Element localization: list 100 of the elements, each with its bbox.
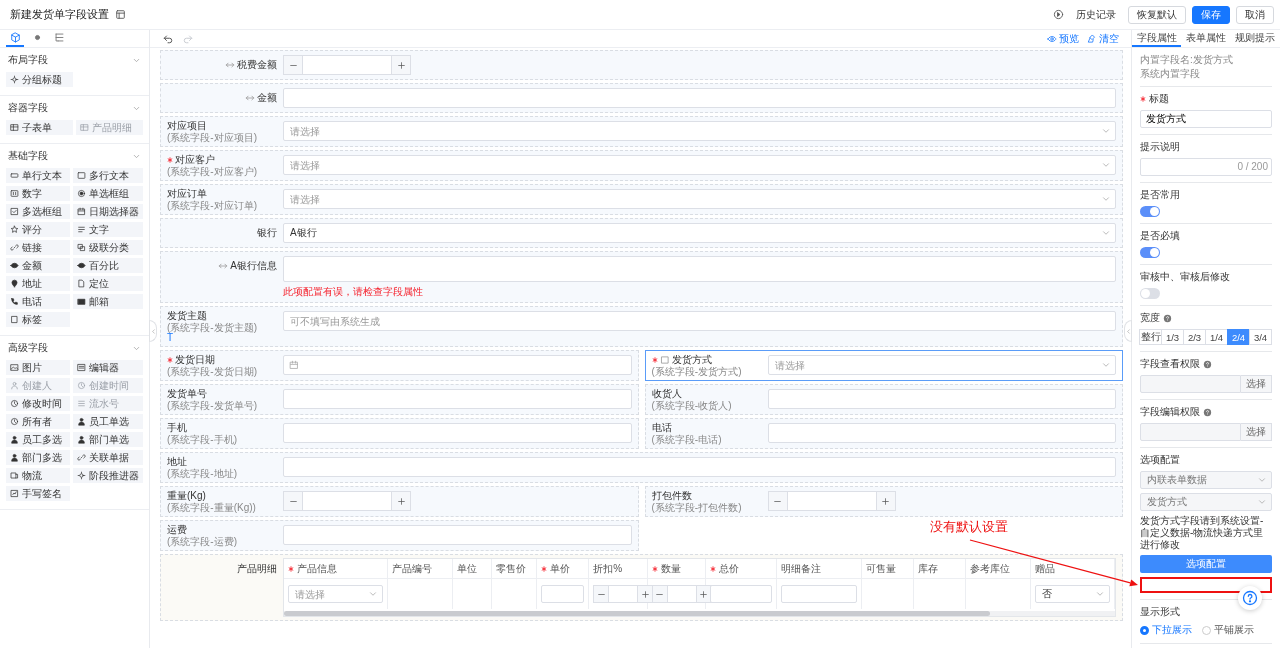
field-type-item[interactable]: 子表单 xyxy=(6,120,73,135)
form-field[interactable]: 银行 A银行 xyxy=(160,218,1123,248)
form-field[interactable]: 对应客户 (系统字段-对应客户) 请选择 xyxy=(160,150,1123,181)
header-button[interactable]: 恢复默认 xyxy=(1128,5,1186,24)
field-type-item[interactable]: 关联单据 xyxy=(73,450,143,465)
select-field[interactable]: 请选择 xyxy=(283,121,1116,141)
form-field[interactable]: 电话 (系统字段-电话) xyxy=(644,418,1123,449)
field-type-item[interactable]: 百分比 xyxy=(73,258,143,273)
field-type-item[interactable]: 员工多选 xyxy=(6,432,70,447)
width-option[interactable]: 整行 xyxy=(1139,329,1162,345)
permission-field[interactable] xyxy=(1140,423,1241,441)
group-title[interactable]: 容器字段 xyxy=(8,101,48,115)
form-field[interactable]: 发货单号 (系统字段-发货单号) xyxy=(160,384,639,415)
text-field[interactable] xyxy=(767,423,1116,443)
field-type-item[interactable]: 评分 xyxy=(6,222,70,237)
field-type-item[interactable]: 文字 xyxy=(73,222,143,237)
width-option[interactable]: 2/3 xyxy=(1183,329,1206,345)
field-type-item[interactable]: 单选框组 xyxy=(73,186,143,201)
text-field[interactable]: 发货方式 xyxy=(1140,110,1272,128)
date-field[interactable] xyxy=(283,355,632,375)
form-field[interactable]: 地址 (系统字段-地址) xyxy=(160,452,1123,483)
select-button[interactable]: 选择 xyxy=(1241,423,1272,441)
decrement-button[interactable] xyxy=(593,585,610,603)
form-field[interactable]: 发货方式 (系统字段-发货方式) 请选择 xyxy=(644,350,1123,381)
field-type-item[interactable]: 编辑器 xyxy=(73,360,143,375)
field-type-item[interactable]: 日期选择器 xyxy=(73,204,143,219)
field-type-item[interactable]: 多选框组 xyxy=(6,204,70,219)
toggle-switch[interactable] xyxy=(1140,206,1160,217)
form-field[interactable]: 对应项目 (系统字段-对应项目) 请选择 xyxy=(160,116,1123,147)
text-field[interactable] xyxy=(710,585,773,603)
text-field[interactable]: 可不填写由系统生成 xyxy=(283,311,1116,331)
panel-tab[interactable]: 规则提示 xyxy=(1230,30,1280,47)
group-title[interactable]: 基础字段 xyxy=(8,149,48,163)
field-type-item[interactable]: 部门单选 xyxy=(73,432,143,447)
increment-button[interactable] xyxy=(391,491,411,511)
clear-link[interactable]: 清空 xyxy=(1087,31,1119,46)
field-type-item[interactable]: 链接 xyxy=(6,240,70,255)
select-field[interactable]: 请选择 xyxy=(283,155,1116,175)
field-type-item[interactable]: 图片 xyxy=(6,360,70,375)
text-field[interactable] xyxy=(283,423,632,443)
form-field[interactable]: 发货日期 (系统字段-发货日期) xyxy=(160,350,639,381)
number-field[interactable] xyxy=(667,585,696,603)
field-type-item[interactable]: 物流 xyxy=(6,468,70,483)
form-field[interactable]: 对应订单 (系统字段-对应订单) 请选择 xyxy=(160,184,1123,215)
help-icon[interactable] xyxy=(1163,313,1172,323)
toggle-switch[interactable] xyxy=(1140,288,1160,299)
decrement-button[interactable] xyxy=(283,491,303,511)
group-title[interactable]: 高级字段 xyxy=(8,341,48,355)
field-type-item[interactable]: 员工单选 xyxy=(73,414,143,429)
save-button[interactable]: 保存 xyxy=(1192,5,1230,24)
form-field[interactable]: 金额 xyxy=(160,83,1123,113)
form-field[interactable]: 重量(Kg) (系统字段-重量(Kg)) xyxy=(160,486,639,517)
radio-option[interactable]: 下拉展示 xyxy=(1140,623,1192,637)
toggle-switch[interactable] xyxy=(1140,247,1160,258)
field-type-item[interactable]: 金额 xyxy=(6,258,70,273)
undo-icon[interactable] xyxy=(162,32,174,45)
select-field[interactable]: 请选择 xyxy=(288,585,383,603)
field-type-item[interactable]: 单行文本 xyxy=(6,168,70,183)
collapse-handle[interactable] xyxy=(1124,320,1132,342)
panel-tab[interactable] xyxy=(6,30,24,47)
text-field[interactable] xyxy=(283,389,632,409)
form-field[interactable]: 产品明细 产品信息 产品编号 单位 零售价 单价 折扣% 数量 总价 明细备注 可售量 库存 参考库位 赠品 请选择 否 xyxy=(160,554,1123,621)
field-type-item[interactable]: 修改时间 xyxy=(6,396,70,411)
header-button[interactable]: 取消 xyxy=(1236,5,1274,24)
help-icon[interactable] xyxy=(1203,407,1212,417)
increment-button[interactable] xyxy=(637,585,654,603)
text-field[interactable] xyxy=(767,389,1116,409)
width-option[interactable]: 1/3 xyxy=(1161,329,1184,345)
text-area-field[interactable] xyxy=(283,256,1116,282)
form-field[interactable]: 打包件数 (系统字段-打包件数) xyxy=(644,486,1123,517)
select-button[interactable]: 选择 xyxy=(1241,375,1272,393)
width-option[interactable]: 3/4 xyxy=(1249,329,1272,345)
form-field[interactable]: 税费金额 xyxy=(160,50,1123,80)
scrollbar[interactable] xyxy=(284,611,1115,616)
field-type-item[interactable]: 电话 xyxy=(6,294,70,309)
radio-option[interactable]: 平铺展示 xyxy=(1202,623,1254,637)
preview-link[interactable]: 预览 xyxy=(1047,31,1079,46)
field-type-item[interactable]: 地址 xyxy=(6,276,70,291)
select-field[interactable]: 请选择 xyxy=(767,355,1116,375)
field-type-item[interactable]: 手写签名 xyxy=(6,486,70,501)
increment-button[interactable] xyxy=(875,491,896,511)
number-field[interactable] xyxy=(303,55,391,75)
panel-tab[interactable]: 字段属性 xyxy=(1132,30,1182,47)
permission-field[interactable] xyxy=(1140,375,1241,393)
field-type-item[interactable]: 多行文本 xyxy=(73,168,143,183)
text-field[interactable] xyxy=(283,525,632,545)
select-field[interactable]: 请选择 xyxy=(283,189,1116,209)
width-option[interactable]: 1/4 xyxy=(1205,329,1228,345)
collapse-handle[interactable] xyxy=(149,320,157,342)
field-type-item[interactable]: 所有者 xyxy=(6,414,70,429)
field-type-item[interactable]: 标签 xyxy=(6,312,70,327)
text-field[interactable] xyxy=(283,457,1116,477)
field-type-item[interactable]: 部门多选 xyxy=(6,450,70,465)
form-field[interactable]: 运费 (系统字段-运费) xyxy=(160,520,639,551)
select-field[interactable]: A银行 xyxy=(283,223,1116,243)
form-field[interactable]: 收货人 (系统字段-收货人) xyxy=(644,384,1123,415)
group-title[interactable]: 布局字段 xyxy=(8,53,48,67)
field-type-item[interactable]: 阶段推进器 xyxy=(73,468,143,483)
text-field[interactable] xyxy=(781,585,857,603)
history-link[interactable]: 历史记录 xyxy=(1076,7,1116,22)
